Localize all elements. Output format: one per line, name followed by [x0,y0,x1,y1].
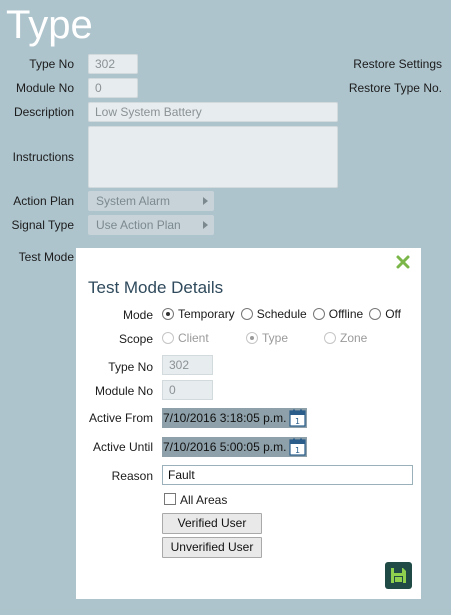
active-from-input[interactable]: 7/10/2016 3:18:05 p.m. 1 [162,408,307,428]
reason-label: Reason [111,469,153,483]
signal-type-select[interactable]: Use Action Plan [88,215,214,235]
signal-type-label: Signal Type [11,218,75,232]
restore-type-no-link[interactable]: Restore Type No. [349,81,442,95]
modal-type-no-field[interactable]: 302 [162,355,213,375]
all-areas-label: All Areas [180,493,228,507]
radio-icon[interactable] [312,308,325,320]
dialog-title: Test Mode Details [88,278,224,297]
mode-option-schedule[interactable]: Schedule [240,307,307,321]
action-plan-label: Action Plan [13,194,74,208]
radio-icon[interactable] [246,332,258,344]
scope-option-zone[interactable]: Zone [324,331,367,345]
mode-option-offline[interactable]: Offline [312,307,363,321]
mode-option-temporary[interactable]: Temporary [162,307,235,321]
calendar-icon[interactable]: 1 [289,409,306,427]
modal-module-no-label: Module No [94,384,153,398]
scope-label: Scope [118,332,153,346]
radio-icon[interactable] [240,308,253,320]
active-until-label: Active Until [92,440,153,454]
svg-text:1: 1 [295,417,300,426]
svg-text:1: 1 [295,446,300,455]
description-label: Description [13,105,74,119]
module-no-field[interactable]: 0 [88,78,138,98]
page-title: Type [6,3,93,47]
test-mode-details-dialog: Test Mode Details Mode Temporary Schedul… [76,248,421,599]
chevron-right-icon [203,197,208,205]
mode-radio-group: Temporary Schedule Offline Off [162,307,407,321]
mode-label: Mode [122,308,153,322]
instructions-label: Instructions [12,150,74,164]
all-areas-checkbox[interactable] [164,493,176,505]
action-plan-select[interactable]: System Alarm [88,191,214,211]
test-mode-label: Test Mode [18,250,74,264]
radio-icon[interactable] [369,308,382,320]
scope-radio-group: Client Type Zone [162,331,373,345]
active-until-input[interactable]: 7/10/2016 5:00:05 p.m. 1 [162,437,307,457]
radio-icon[interactable] [324,332,336,344]
close-icon[interactable] [395,254,411,270]
active-until-value: 7/10/2016 5:00:05 p.m. [163,440,287,454]
unverified-user-button[interactable]: Unverified User [162,537,262,558]
type-no-field[interactable]: 302 [88,54,138,74]
description-field[interactable]: Low System Battery [88,102,338,122]
instructions-field[interactable] [88,126,338,188]
radio-icon[interactable] [162,308,174,320]
scope-option-type[interactable]: Type [246,331,318,345]
active-from-value: 7/10/2016 3:18:05 p.m. [163,411,287,425]
signal-type-value: Use Action Plan [96,218,181,232]
verified-user-button[interactable]: Verified User [162,513,262,534]
restore-settings-link[interactable]: Restore Settings [353,57,442,71]
active-from-label: Active From [88,411,153,425]
reason-input[interactable]: Fault [162,465,413,485]
action-plan-value: System Alarm [96,194,171,208]
floppy-disk-icon [391,568,406,583]
module-no-label: Module No [15,81,74,95]
chevron-right-icon [203,221,208,229]
radio-icon[interactable] [162,332,174,344]
modal-type-no-label: Type No [108,360,153,374]
calendar-icon[interactable]: 1 [289,438,306,456]
save-button[interactable] [385,562,412,589]
modal-module-no-field[interactable]: 0 [162,380,213,400]
scope-option-client[interactable]: Client [162,331,240,345]
mode-option-off[interactable]: Off [369,307,401,321]
type-no-label: Type No [29,57,74,71]
